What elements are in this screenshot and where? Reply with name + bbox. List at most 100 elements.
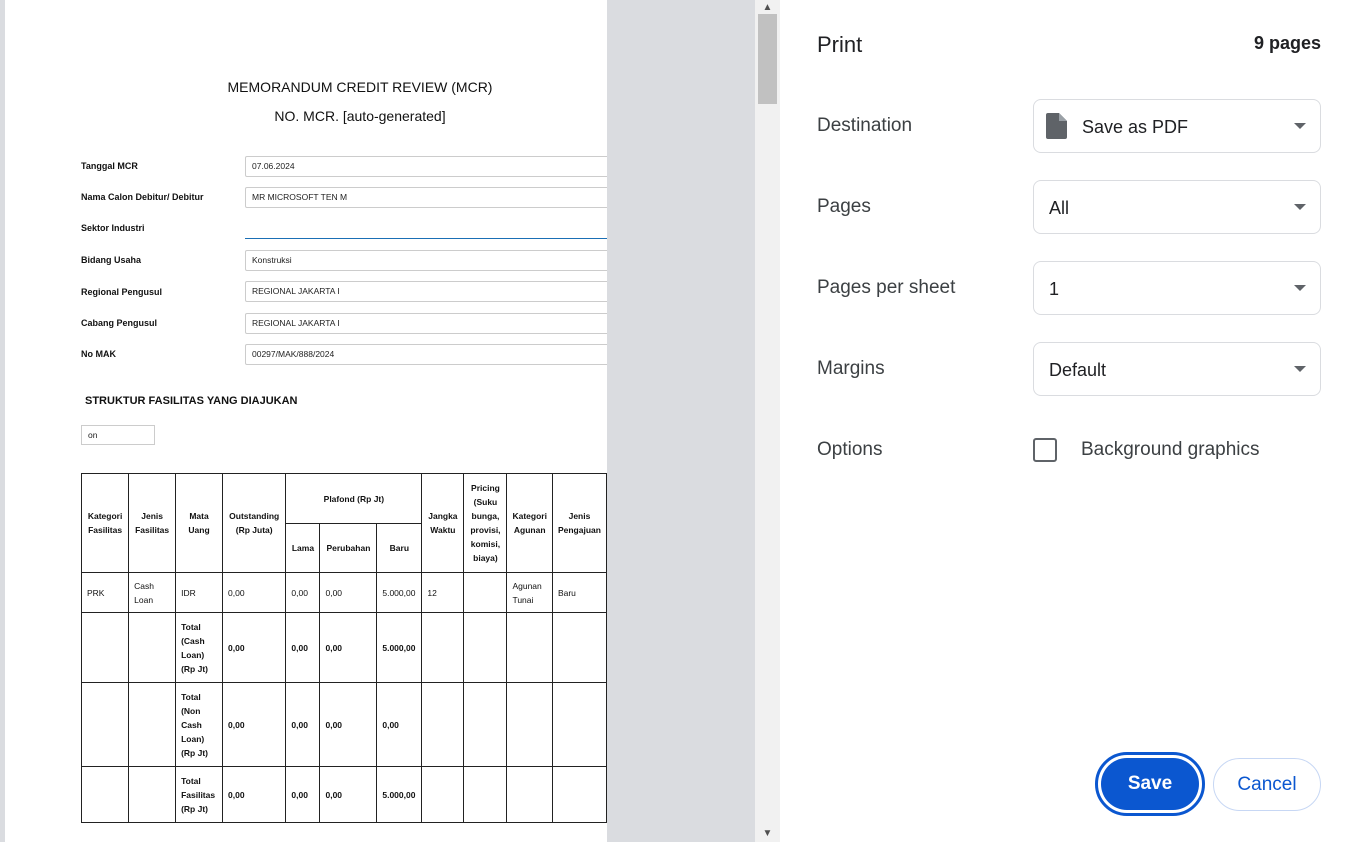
cell — [463, 682, 508, 767]
cell: 0,00 — [376, 682, 423, 767]
options-label: Options — [817, 439, 883, 460]
header-jenis-pengajuan: Jenis Pengajuan — [551, 473, 607, 573]
small-input: on — [81, 425, 155, 445]
cell — [506, 682, 553, 767]
chevron-down-icon — [1294, 123, 1306, 129]
pages-select[interactable]: All — [1033, 180, 1321, 234]
print-title: Print — [817, 32, 863, 57]
destination-select[interactable]: Save as PDF — [1033, 99, 1321, 153]
pages-per-sheet-select[interactable]: 1 — [1033, 261, 1321, 315]
field-value-cabang: REGIONAL JAKARTA I — [245, 313, 607, 334]
cell: Total (Non Cash Loan) (Rp Jt) — [175, 682, 223, 767]
cell — [421, 766, 465, 823]
cell — [506, 766, 553, 823]
table-row: Total (Cash Loan) (Rp Jt) 0,00 0,00 0,00… — [80, 612, 607, 683]
cell: 0,00 — [319, 612, 378, 683]
field-label-cabang: Cabang Pengusul — [81, 318, 158, 328]
cell: 0,00 — [319, 682, 378, 767]
cell — [551, 682, 607, 767]
section-title: STRUKTUR FASILITAS YANG DIAJUKAN — [85, 395, 298, 407]
cell — [128, 682, 177, 767]
cell: 0,00 — [285, 612, 321, 683]
field-value-no-mak: 00297/MAK/888/2024 — [245, 344, 607, 365]
background-graphics-checkbox[interactable] — [1033, 438, 1057, 462]
cell: 0,00 — [221, 766, 287, 823]
cell — [506, 612, 553, 683]
preview-scrollbar[interactable]: ▲ ▼ — [755, 0, 780, 842]
header-outstanding: Outstanding (Rp Juta) — [221, 473, 287, 573]
pages-per-sheet-value: 1 — [1049, 279, 1060, 299]
cell: 0,00 — [221, 682, 287, 767]
field-label-tanggal: Tanggal MCR — [81, 161, 138, 171]
cell: 0,00 — [285, 766, 321, 823]
field-label-regional: Regional Pengusul — [81, 287, 163, 297]
cell — [463, 572, 508, 613]
header-pricing: Pricing (Suku bunga, provisi, komisi, bi… — [463, 473, 508, 573]
header-perubahan: Perubahan — [319, 523, 378, 573]
table-row: Total Fasilitas (Rp Jt) 0,00 0,00 0,00 5… — [80, 766, 607, 823]
cell: 0,00 — [319, 766, 378, 823]
field-label-nama: Nama Calon Debitur/ Debitur — [81, 192, 204, 202]
cell — [80, 766, 130, 823]
pages-per-sheet-label: Pages per sheet — [817, 277, 956, 298]
background-graphics-label[interactable]: Background graphics — [1081, 439, 1260, 461]
field-label-bidang: Bidang Usaha — [81, 255, 142, 265]
cell: Total (Cash Loan) (Rp Jt) — [175, 612, 223, 683]
table-row: Total (Non Cash Loan) (Rp Jt) 0,00 0,00 … — [80, 682, 607, 767]
header-jenis: Jenis Fasilitas — [128, 473, 177, 573]
print-preview: MEMORANDUM CREDIT REVIEW (MCR) NO. MCR. … — [0, 0, 780, 842]
header-plafond: Plafond (Rp Jt) — [285, 473, 423, 524]
margins-label: Margins — [817, 358, 885, 379]
scroll-thumb[interactable] — [758, 14, 777, 104]
save-button-label: Save — [1101, 758, 1199, 810]
chevron-down-icon — [1294, 204, 1306, 210]
cell — [128, 612, 177, 683]
cell — [463, 612, 508, 683]
cell — [128, 766, 177, 823]
margins-select[interactable]: Default — [1033, 342, 1321, 396]
cell: 12 — [421, 572, 465, 613]
pages-value: All — [1049, 198, 1070, 218]
field-value-nama: MR MICROSOFT TEN M — [245, 187, 607, 208]
field-label-no-mak: No MAK — [81, 349, 116, 359]
page-count: 9 pages — [1253, 33, 1321, 53]
cell: 5.000,00 — [376, 572, 423, 613]
cell: 0,00 — [285, 682, 321, 767]
field-label-sektor: Sektor Industri — [81, 223, 145, 233]
facility-table: Kategori Fasilitas Jenis Fasilitas Mata … — [80, 473, 607, 823]
cell: PRK — [80, 572, 130, 613]
cell: Cash Loan — [128, 572, 177, 613]
header-mata-uang: Mata Uang — [175, 473, 223, 573]
cell: 5.000,00 — [376, 612, 423, 683]
cell — [80, 612, 130, 683]
cell: Total Fasilitas (Rp Jt) — [175, 766, 223, 823]
chevron-down-icon — [1294, 285, 1306, 291]
header-jangka: Jangka Waktu — [421, 473, 465, 573]
chevron-down-icon — [1294, 366, 1306, 372]
save-button[interactable]: Save — [1095, 752, 1205, 816]
field-value-sektor — [245, 237, 607, 239]
margins-value: Default — [1049, 360, 1107, 380]
header-kategori-agunan: Kategori Agunan — [506, 473, 553, 573]
cancel-button[interactable]: Cancel — [1213, 758, 1321, 811]
field-value-tanggal: 07.06.2024 — [245, 156, 607, 177]
cell: 0,00 — [221, 572, 287, 613]
print-dialog: MEMORANDUM CREDIT REVIEW (MCR) NO. MCR. … — [0, 0, 1346, 842]
cell — [551, 612, 607, 683]
destination-value: Save as PDF — [1082, 117, 1189, 137]
cell — [421, 612, 465, 683]
document-number: NO. MCR. [auto-generated] — [274, 108, 446, 124]
pages-label: Pages — [817, 196, 871, 217]
cell: 0,00 — [285, 572, 321, 613]
file-icon — [1046, 113, 1067, 139]
cell: 0,00 — [221, 612, 287, 683]
scroll-down-icon[interactable]: ▼ — [755, 826, 780, 842]
cell — [421, 682, 465, 767]
cell: 5.000,00 — [376, 766, 423, 823]
cell — [551, 766, 607, 823]
header-kategori: Kategori Fasilitas — [80, 473, 130, 573]
print-settings-panel: Print 9 pages Destination Save as PDF Pa… — [780, 0, 1346, 842]
cell: IDR — [175, 572, 223, 613]
header-lama: Lama — [285, 523, 321, 573]
cell: Baru — [551, 572, 607, 613]
